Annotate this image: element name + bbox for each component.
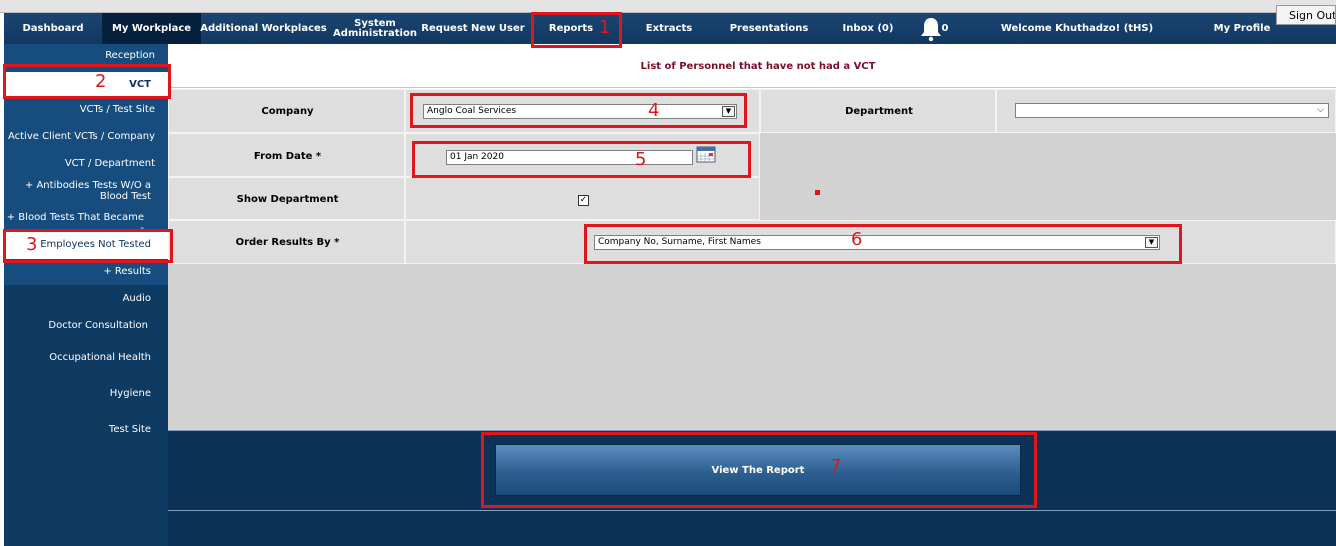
from-date-label-cell: From Date *: [168, 133, 405, 177]
annotation-box-4: [410, 93, 747, 128]
department-field-cell: ⌵: [996, 89, 1336, 133]
nav-system-administration[interactable]: System Administration: [332, 13, 418, 44]
annotation-number-4: 4: [648, 100, 660, 121]
annotation-number-5: 5: [635, 149, 647, 170]
annotation-box-6: [584, 224, 1182, 264]
annotation-box-7: [481, 432, 1037, 508]
sidebar-item-hygiene[interactable]: Hygiene: [4, 388, 151, 399]
nav-my-profile[interactable]: My Profile: [1212, 13, 1272, 44]
bell-count: 0: [941, 22, 949, 34]
order-by-label-cell: Order Results By *: [168, 220, 405, 264]
department-label-cell: Department: [760, 89, 996, 133]
sidebar-item-vcts-test-site[interactable]: VCTs / Test Site: [4, 104, 155, 115]
nav-additional-workplaces[interactable]: Additional Workplaces: [200, 13, 326, 44]
annotation-number-1: 1: [599, 17, 611, 38]
sidebar-item-occupational-health[interactable]: Occupational Health: [4, 352, 151, 363]
sidebar-item-vct-department[interactable]: VCT / Department: [4, 158, 155, 169]
sidebar-item-test-site[interactable]: Test Site: [4, 424, 151, 435]
show-department-checkbox[interactable]: ✓: [578, 195, 589, 206]
company-label: Company: [261, 106, 314, 117]
nav-my-workplace[interactable]: My Workplace: [102, 13, 201, 44]
sidebar-item-reception[interactable]: Reception: [4, 50, 155, 61]
from-date-label: From Date *: [253, 151, 322, 162]
page-title: List of Personnel that have not had a VC…: [640, 61, 876, 72]
show-department-field-cell: ✓: [405, 177, 760, 220]
department-select[interactable]: ⌵: [1015, 103, 1329, 118]
browser-strip: [0, 0, 1336, 13]
annotation-number-7: 7: [830, 456, 842, 477]
sidebar-item-results[interactable]: + Results: [4, 266, 151, 277]
show-department-label-cell: Show Department: [168, 177, 405, 220]
nav-dashboard[interactable]: Dashboard: [4, 13, 102, 44]
sidebar-item-doctor-consultation[interactable]: Doctor Consultation: [4, 320, 148, 331]
annotation-number-6: 6: [851, 229, 863, 250]
annotation-number-3: 3: [26, 234, 38, 255]
sign-out-button[interactable]: Sign Out: [1276, 5, 1336, 25]
nav-inbox[interactable]: Inbox (0): [836, 13, 900, 44]
order-by-label: Order Results By *: [235, 237, 340, 248]
sidebar-item-active-client-vcts[interactable]: Active Client VCTs / Company: [4, 131, 155, 142]
sidebar: Reception VCT VCTs / Test Site Active Cl…: [4, 44, 168, 546]
nav-request-new-user[interactable]: Request New User: [421, 13, 524, 44]
welcome-text: Welcome Khuthadzo! (tHS): [1000, 22, 1154, 34]
annotation-box-5: [412, 141, 751, 178]
annotation-number-2: 2: [95, 71, 107, 92]
company-label-cell: Company: [168, 89, 405, 133]
chevron-down-icon[interactable]: ⌵: [1317, 106, 1324, 115]
sidebar-item-audio[interactable]: Audio: [4, 293, 151, 304]
top-nav: Dashboard My Workplace Additional Workpl…: [4, 13, 1336, 44]
annotation-dot: [815, 190, 820, 195]
report-header: List of Personnel that have not had a VC…: [168, 44, 1336, 88]
sidebar-item-antibodies-tests[interactable]: + Antibodies Tests W/O a Blood Test: [4, 180, 151, 202]
annotation-box-2: [3, 64, 171, 99]
department-label: Department: [845, 106, 913, 117]
bottom-band: [168, 510, 1336, 546]
nav-extracts[interactable]: Extracts: [639, 13, 699, 44]
nav-presentations[interactable]: Presentations: [726, 13, 812, 44]
show-department-label: Show Department: [236, 194, 339, 205]
